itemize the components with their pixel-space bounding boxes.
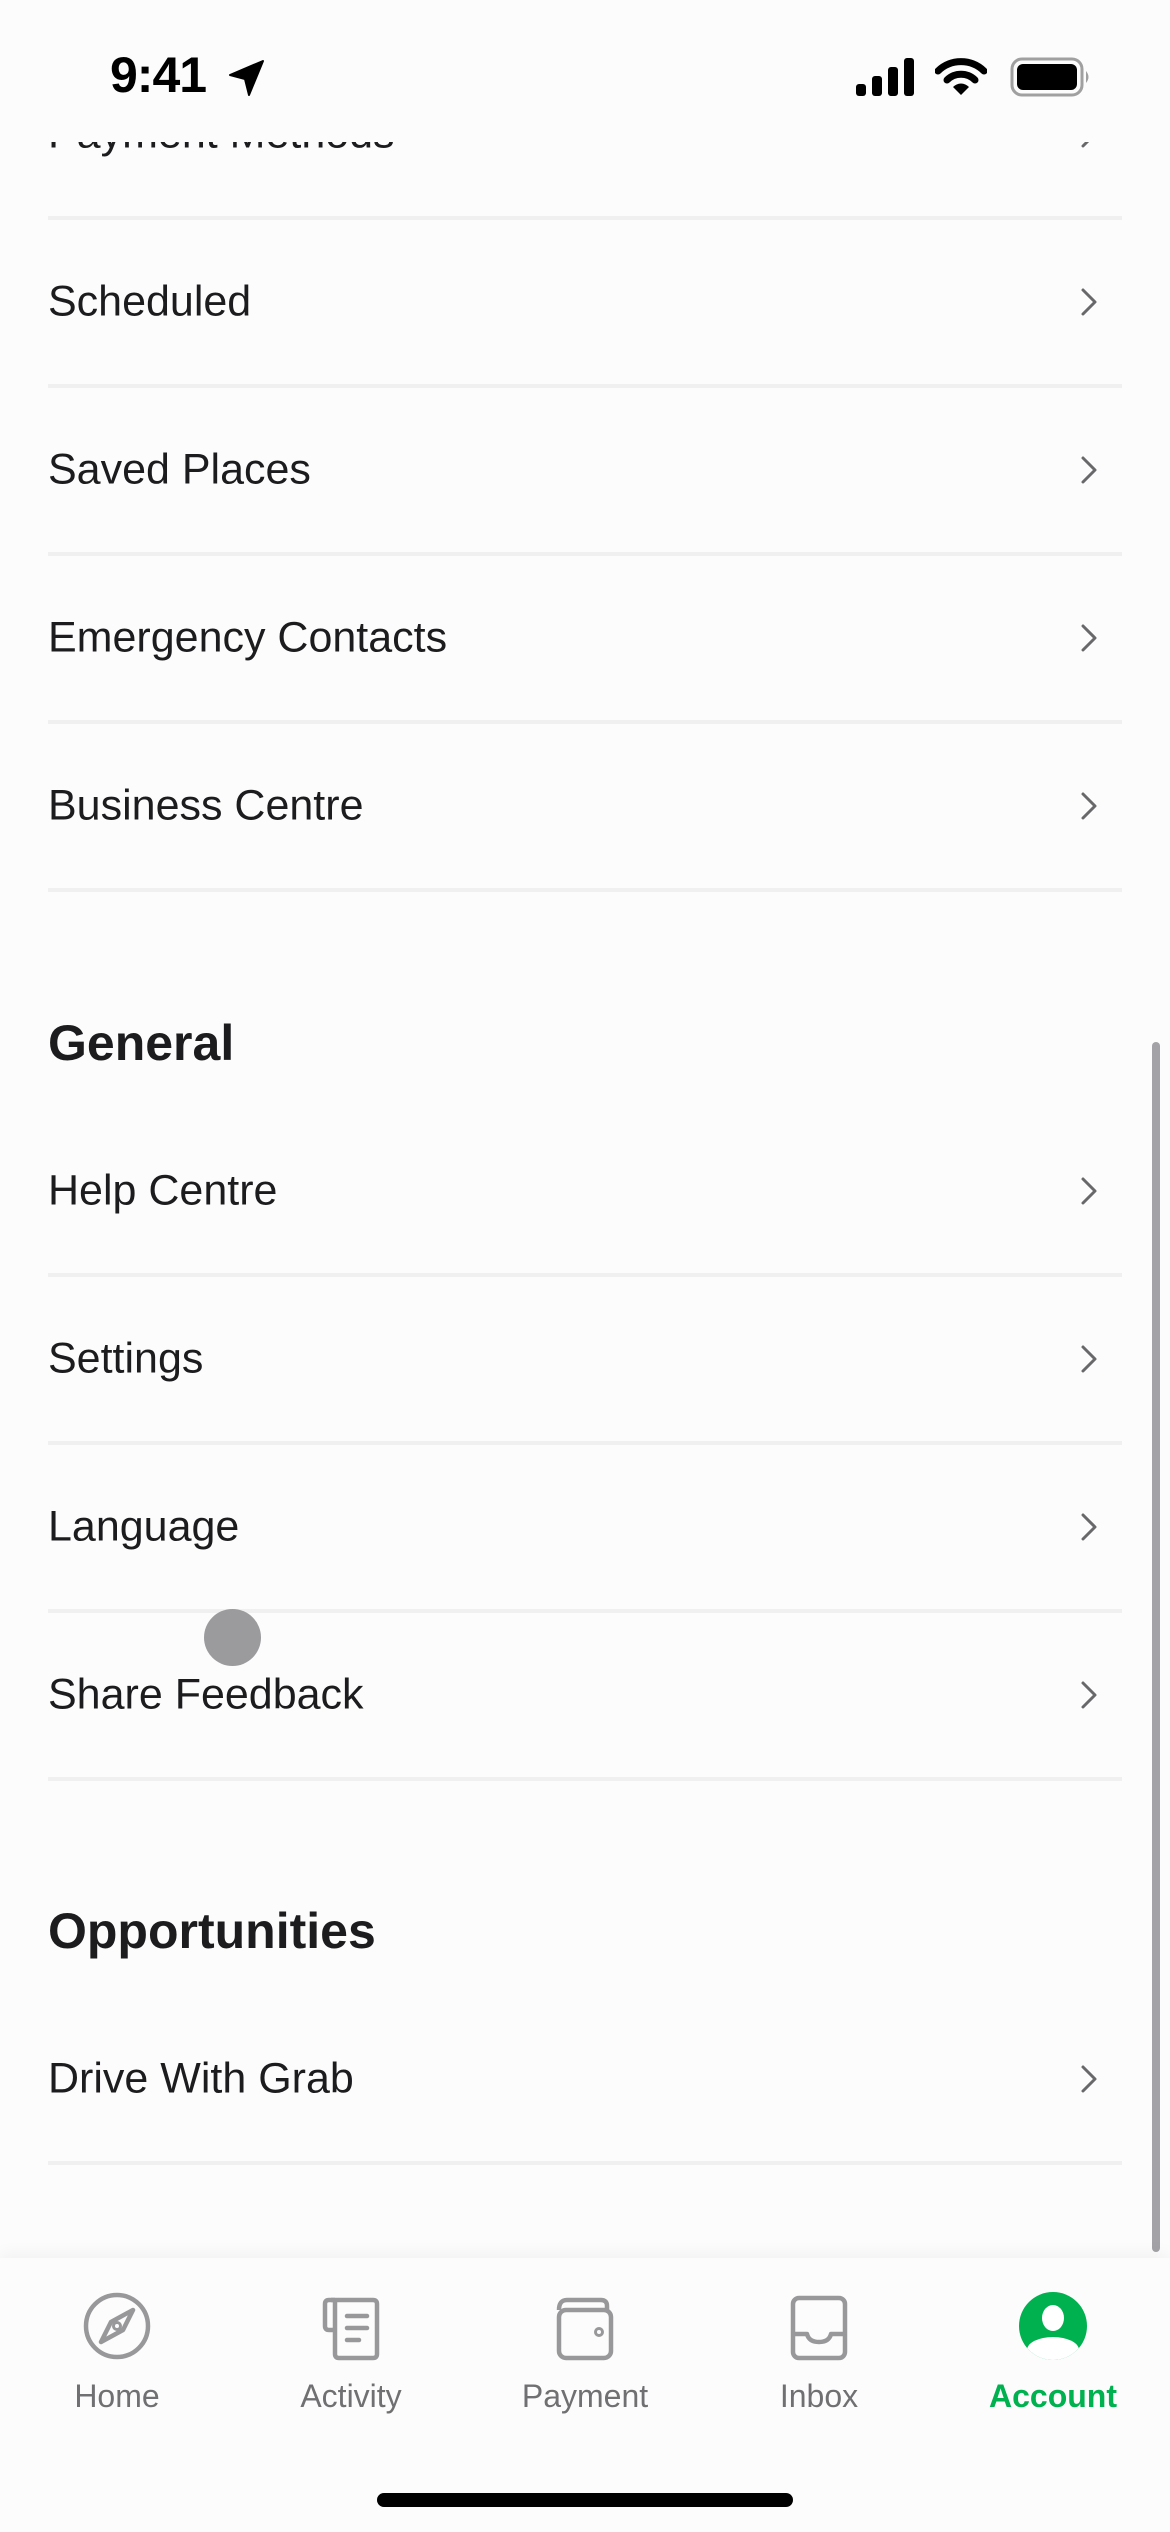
menu-item-label: Scheduled xyxy=(48,277,252,326)
menu-item-help-centre[interactable]: Help Centre xyxy=(48,1109,1122,1277)
menu-item-label: Language xyxy=(48,1502,240,1551)
chevron-right-icon xyxy=(1081,2065,1097,2093)
tab-account[interactable]: Account xyxy=(936,2282,1170,2432)
tab-label: Activity xyxy=(300,2378,402,2414)
chevron-right-icon xyxy=(1081,456,1097,484)
inbox-tray-icon xyxy=(790,2295,848,2361)
menu-item-label: Saved Places xyxy=(48,445,311,494)
section-title-general: General xyxy=(48,1015,235,1071)
menu-item-label: Emergency Contacts xyxy=(48,613,448,662)
status-time: 9:41 xyxy=(110,47,207,103)
menu-item-label: Drive With Grab xyxy=(48,2054,354,2103)
menu-item-label: Settings xyxy=(48,1334,204,1383)
cellular-signal-icon xyxy=(856,58,914,96)
chevron-right-icon xyxy=(1081,1513,1097,1541)
home-indicator[interactable] xyxy=(377,2493,793,2507)
tab-activity[interactable]: Activity xyxy=(234,2282,468,2432)
touch-indicator xyxy=(204,1609,261,1666)
tab-label: Inbox xyxy=(779,2378,859,2414)
wallet-icon xyxy=(556,2297,614,2361)
menu-item-settings[interactable]: Settings xyxy=(48,1277,1122,1445)
chevron-right-icon xyxy=(1081,792,1097,820)
chevron-right-icon xyxy=(1081,288,1097,316)
location-arrow-icon xyxy=(229,60,264,96)
wifi-icon xyxy=(935,58,987,95)
receipt-list-icon xyxy=(322,2297,380,2361)
tab-home[interactable]: Home xyxy=(0,2282,234,2432)
vertical-scrollbar[interactable] xyxy=(1152,1042,1160,2252)
menu-item-label: Share Feedback xyxy=(48,1670,364,1719)
menu-item-saved-places[interactable]: Saved Places xyxy=(48,388,1122,556)
compass-icon xyxy=(83,2292,151,2360)
user-avatar-icon xyxy=(1019,2292,1087,2360)
tab-label: Payment xyxy=(521,2378,649,2414)
tab-inbox[interactable]: Inbox xyxy=(702,2282,936,2432)
menu-item-language[interactable]: Language xyxy=(48,1445,1122,1613)
menu-item-label: Business Centre xyxy=(48,781,364,830)
chevron-right-icon xyxy=(1081,624,1097,652)
tab-label: Home xyxy=(74,2378,160,2414)
chevron-right-icon xyxy=(1081,1177,1097,1205)
chevron-right-icon xyxy=(1081,1681,1097,1709)
chevron-right-icon xyxy=(1081,1345,1097,1373)
menu-item-drive-with-grab[interactable]: Drive With Grab xyxy=(48,1997,1122,2165)
account-menu-list[interactable]: Payment Methods Scheduled Saved Places E… xyxy=(0,0,1170,2258)
section-title-opportunities: Opportunities xyxy=(48,1903,376,1959)
menu-item-scheduled[interactable]: Scheduled xyxy=(48,220,1122,388)
battery-icon xyxy=(1010,57,1089,97)
menu-item-emergency-contacts[interactable]: Emergency Contacts xyxy=(48,556,1122,724)
bottom-tab-bar: Home Activity Payment Inbox Account xyxy=(0,2258,1170,2532)
menu-item-business-centre[interactable]: Business Centre xyxy=(48,724,1122,892)
menu-item-label: Help Centre xyxy=(48,1166,278,1215)
tab-label: Account xyxy=(989,2378,1117,2414)
tab-payment[interactable]: Payment xyxy=(468,2282,702,2432)
status-bar: 9:41 xyxy=(0,0,1170,142)
